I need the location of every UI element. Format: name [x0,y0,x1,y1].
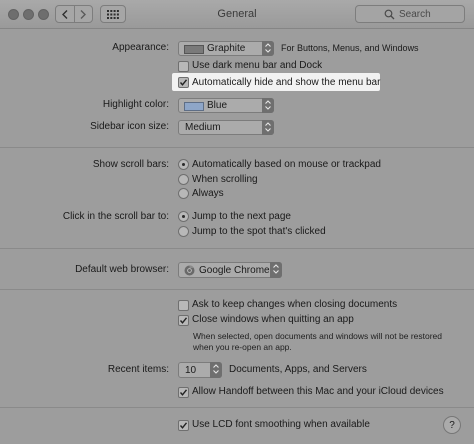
auto-hide-menu-bar-checkbox[interactable] [178,77,189,88]
section-divider [0,407,474,408]
close-windows-note-line2: when you re-open an app. [193,342,292,352]
dark-menu-label: Use dark menu bar and Dock [192,60,323,71]
search-icon [384,9,395,20]
help-button[interactable]: ? [443,416,461,434]
recent-items-popup[interactable]: 10 [178,362,222,378]
scroll-bars-option-automatic: Automatically based on mouse or trackpad [192,159,381,170]
scroll-bars-automatic-radio[interactable] [178,159,189,170]
search-placeholder: Search [399,9,431,20]
lcd-smoothing-label: Use LCD font smoothing when available [192,419,370,430]
highlight-color-popup[interactable]: Blue [178,98,274,113]
ask-keep-changes-checkbox[interactable] [178,300,189,311]
popup-arrows [210,362,222,378]
section-divider [0,147,474,148]
close-windows-note-line1: When selected, open documents and window… [193,331,443,341]
dark-menu-checkbox[interactable] [178,61,189,72]
handoff-label: Allow Handoff between this Mac and your … [192,386,444,397]
section-divider [0,248,474,249]
scroll-bars-option-when-scrolling: When scrolling [192,174,258,185]
ask-keep-changes-label: Ask to keep changes when closing documen… [192,299,398,310]
scroll-bars-option-always: Always [192,188,224,199]
recent-items-value: 10 [185,365,197,376]
recent-items-suffix: Documents, Apps, and Servers [229,364,367,375]
blue-swatch [184,102,204,111]
appearance-label: Appearance: [112,42,169,53]
popup-arrows [262,120,274,135]
scroll-bars-always-radio[interactable] [178,188,189,199]
click-scroll-option-spot: Jump to the spot that's clicked [192,226,326,237]
click-scroll-next-page-radio[interactable] [178,211,189,222]
checkmark-icon [179,317,188,324]
handoff-checkbox[interactable] [178,387,189,398]
search-field[interactable]: Search [355,5,465,23]
checkmark-icon [179,422,188,429]
graphite-swatch [184,45,204,54]
default-browser-value: Google Chrome [199,265,270,276]
scroll-bars-when-scrolling-radio[interactable] [178,174,189,185]
close-windows-checkbox[interactable] [178,315,189,326]
recent-items-label: Recent items: [107,364,169,375]
appearance-note: For Buttons, Menus, and Windows [281,43,419,53]
auto-hide-menu-bar-label: Automatically hide and show the menu bar [192,77,381,88]
title-bar: General Search [0,0,474,29]
default-browser-label: Default web browser: [75,264,169,275]
scroll-bars-label: Show scroll bars: [92,159,169,170]
default-browser-popup[interactable]: Google Chrome [178,262,282,278]
chevron-updown-icon [273,264,279,274]
checkmark-icon [179,79,188,86]
click-scroll-spot-radio[interactable] [178,226,189,237]
sidebar-icon-size-value: Medium [185,122,221,133]
chrome-icon [184,265,195,276]
click-scroll-label: Click in the scroll bar to: [62,211,169,222]
section-divider [0,289,474,290]
appearance-popup[interactable]: Graphite [178,41,274,56]
lcd-smoothing-checkbox[interactable] [178,420,189,431]
checkmark-icon [179,389,188,396]
sidebar-icon-size-label: Sidebar icon size: [90,121,169,132]
click-scroll-option-next-page: Jump to the next page [192,211,291,222]
appearance-value: Graphite [207,43,246,54]
popup-arrows [262,41,274,56]
highlight-color-label: Highlight color: [102,99,169,110]
sidebar-icon-size-popup[interactable]: Medium [178,120,274,135]
chevron-updown-icon [265,43,271,53]
popup-arrows [270,262,282,278]
chevron-updown-icon [213,364,219,374]
chevron-updown-icon [265,100,271,110]
close-windows-label: Close windows when quitting an app [192,314,354,325]
highlight-color-value: Blue [207,100,228,111]
popup-arrows [262,98,274,113]
chevron-updown-icon [265,122,271,132]
